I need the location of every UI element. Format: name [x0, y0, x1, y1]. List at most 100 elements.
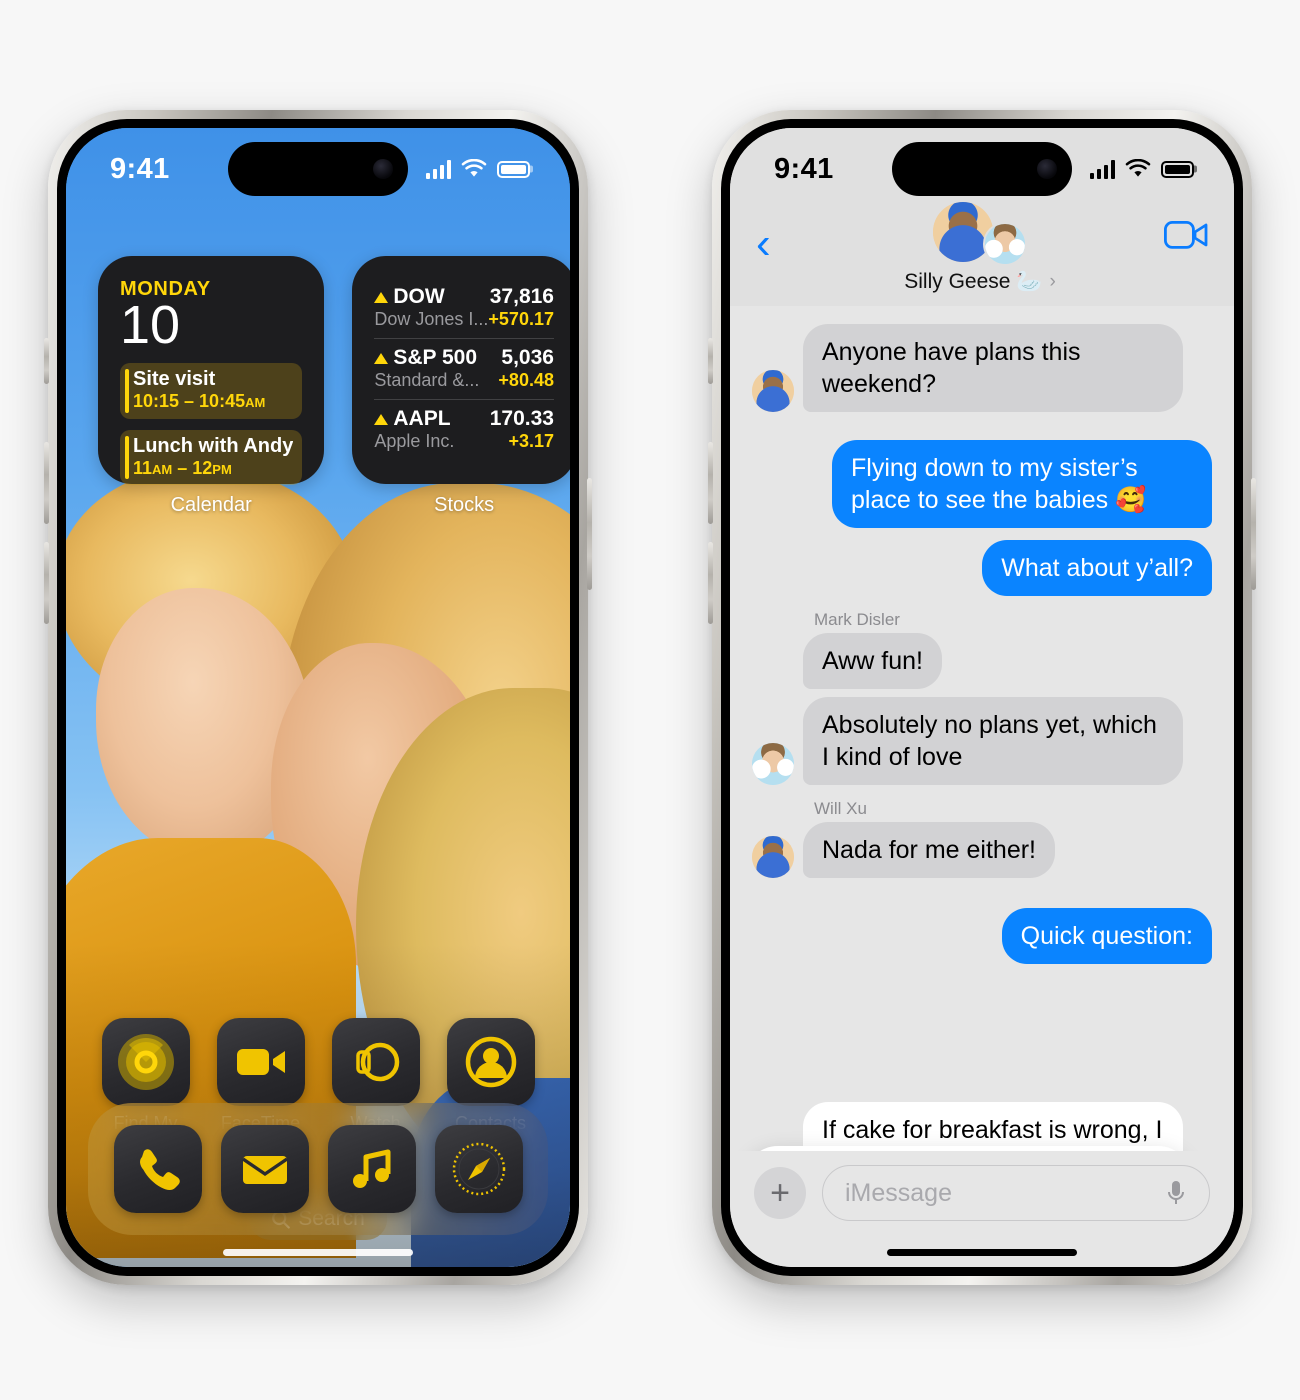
- action-button[interactable]: [708, 338, 713, 384]
- microphone-icon[interactable]: [1165, 1178, 1187, 1208]
- avatar: [752, 743, 794, 785]
- battery-icon: [497, 160, 530, 178]
- stock-name: Standard &...: [374, 370, 480, 390]
- dynamic-island: [892, 142, 1072, 196]
- dock: [88, 1103, 548, 1235]
- status-time: 9:41: [110, 152, 170, 185]
- power-button[interactable]: [587, 478, 592, 590]
- stock-price: 5,036: [501, 346, 554, 369]
- calendar-event[interactable]: Lunch with Andy 11AM – 12PM: [120, 429, 303, 486]
- group-name-label: Silly Geese 🦢: [904, 270, 1043, 293]
- stock-change: +80.48: [498, 370, 554, 390]
- wifi-icon: [461, 159, 487, 177]
- event-title: Site visit: [133, 367, 216, 390]
- message-row: What about y’all?: [752, 540, 1219, 596]
- calendar-widget-label: Calendar: [170, 494, 252, 516]
- facetime-icon: [216, 1018, 305, 1106]
- calendar-event[interactable]: Site visit 10:15 – 10:45AM: [120, 362, 303, 419]
- calendar-widget-container[interactable]: MONDAY 10 Site visit 10:15 – 10:45AM Lun…: [98, 256, 325, 517]
- stock-change: +3.17: [508, 431, 554, 451]
- right-phone-device: 9:41 ‹ Silly Geese 🦢 › Anyone have plans…: [708, 110, 1256, 1285]
- video-camera-icon: [1163, 221, 1208, 249]
- up-arrow-icon: [374, 352, 389, 364]
- volume-down-button[interactable]: [708, 542, 713, 624]
- stock-symbol: AAPL: [374, 407, 489, 431]
- stock-row[interactable]: DOW Dow Jones I... 37,816 +570.17: [374, 278, 554, 338]
- message-row: Nada for me either!: [752, 822, 1212, 878]
- up-arrow-icon: [374, 291, 389, 303]
- chevron-right-icon: ›: [1049, 271, 1056, 292]
- message-row: Aww fun!: [752, 633, 1212, 689]
- message-row: Quick question:: [752, 908, 1220, 964]
- event-title: Lunch with Andy: [133, 434, 294, 457]
- stock-name: Dow Jones I...: [374, 309, 489, 329]
- message-bubble[interactable]: What about y’all?: [982, 540, 1219, 596]
- message-bubble[interactable]: Anyone have plans this weekend?: [796, 324, 1183, 412]
- facetime-button[interactable]: [1163, 220, 1208, 255]
- power-button[interactable]: [1251, 478, 1256, 590]
- home-indicator[interactable]: [887, 1249, 1077, 1256]
- volume-down-button[interactable]: [44, 542, 49, 624]
- message-row: Anyone have plans this weekend?: [752, 324, 1212, 412]
- widget-row: MONDAY 10 Site visit 10:15 – 10:45AM Lun…: [98, 256, 570, 517]
- back-button[interactable]: ‹: [756, 222, 796, 266]
- sender-name: Mark Disler: [814, 610, 900, 629]
- home-screen: 9:41 MONDAY 10 Site visit 10:15 – 10:45A…: [66, 128, 570, 1267]
- stocks-widget-label: Stocks: [434, 494, 495, 516]
- sender-name: Will Xu: [814, 799, 867, 818]
- stock-price: 37,816: [489, 285, 554, 308]
- cellular-signal-icon: [1089, 159, 1115, 179]
- avatar: [752, 836, 794, 878]
- contacts-icon: [446, 1018, 535, 1106]
- safari-icon[interactable]: [434, 1125, 523, 1213]
- group-name[interactable]: Silly Geese 🦢 ›: [796, 270, 1164, 294]
- up-arrow-icon: [374, 413, 389, 425]
- message-bubble[interactable]: If cake for breakfast is wrong, I don’t …: [803, 1102, 1183, 1151]
- stock-symbol: S&P 500: [374, 346, 498, 370]
- message-row: Flying down to my sister’s place to see …: [752, 440, 1212, 528]
- phone-icon[interactable]: [113, 1125, 202, 1213]
- message-bubble[interactable]: Nada for me either!: [796, 822, 1055, 878]
- stocks-widget[interactable]: DOW Dow Jones I... 37,816 +570.17 S&P 50…: [352, 256, 570, 484]
- wifi-icon: [1125, 159, 1151, 177]
- action-button[interactable]: [44, 338, 49, 384]
- event-time: 11AM – 12PM: [133, 457, 232, 478]
- message-bubble[interactable]: Quick question:: [1001, 908, 1220, 964]
- home-indicator[interactable]: [223, 1249, 413, 1256]
- stocks-widget-container[interactable]: DOW Dow Jones I... 37,816 +570.17 S&P 50…: [352, 256, 570, 517]
- avatar: [983, 222, 1027, 266]
- screenshot-canvas: 9:41 MONDAY 10 Site visit 10:15 – 10:45A…: [0, 0, 1300, 1400]
- message-row: If cake for breakfast is wrong, I don’t …: [752, 1102, 1212, 1151]
- volume-up-button[interactable]: [708, 442, 713, 524]
- calendar-widget[interactable]: MONDAY 10 Site visit 10:15 – 10:45AM Lun…: [98, 256, 325, 486]
- battery-icon: [1161, 160, 1194, 178]
- volume-up-button[interactable]: [44, 442, 49, 524]
- dynamic-island: [228, 142, 408, 196]
- imessage-input[interactable]: iMessage: [822, 1165, 1210, 1221]
- message-row: Absolutely no plans yet, which I kind of…: [752, 697, 1212, 785]
- calendar-day-number: 10: [120, 295, 181, 355]
- stock-symbol: DOW: [374, 285, 488, 309]
- mail-icon[interactable]: [220, 1125, 309, 1213]
- music-icon[interactable]: [327, 1125, 416, 1213]
- message-bubble[interactable]: Absolutely no plans yet, which I kind of…: [796, 697, 1183, 785]
- conversation-title-group[interactable]: Silly Geese 🦢 ›: [796, 202, 1164, 294]
- left-phone-device: 9:41 MONDAY 10 Site visit 10:15 – 10:45A…: [44, 110, 592, 1285]
- messages-screen: 9:41 ‹ Silly Geese 🦢 › Anyone have plans…: [730, 128, 1234, 1267]
- watch-icon: [331, 1018, 420, 1106]
- message-thread[interactable]: Anyone have plans this weekend? Flying d…: [730, 306, 1234, 1151]
- tapback-picker[interactable]: 💗 👍 👎 🆗 ‼️ ❓ 🍰 👏: [744, 1146, 1192, 1151]
- stock-price: 170.33: [489, 407, 554, 430]
- stock-row[interactable]: S&P 500 Standard &... 5,036 +80.48: [374, 338, 554, 399]
- stock-name: Apple Inc.: [374, 431, 455, 451]
- stock-change: +570.17: [488, 309, 554, 329]
- add-attachment-button[interactable]: +: [754, 1167, 806, 1219]
- imessage-placeholder: iMessage: [845, 1178, 952, 1207]
- stock-row[interactable]: AAPL Apple Inc. 170.33 +3.17: [374, 399, 554, 460]
- message-bubble[interactable]: Aww fun!: [803, 633, 942, 689]
- message-bubble[interactable]: Flying down to my sister’s place to see …: [832, 440, 1212, 528]
- event-time: 10:15 – 10:45AM: [133, 390, 266, 411]
- cellular-signal-icon: [425, 159, 451, 179]
- avatar: [752, 370, 794, 412]
- group-avatars: [796, 202, 1164, 266]
